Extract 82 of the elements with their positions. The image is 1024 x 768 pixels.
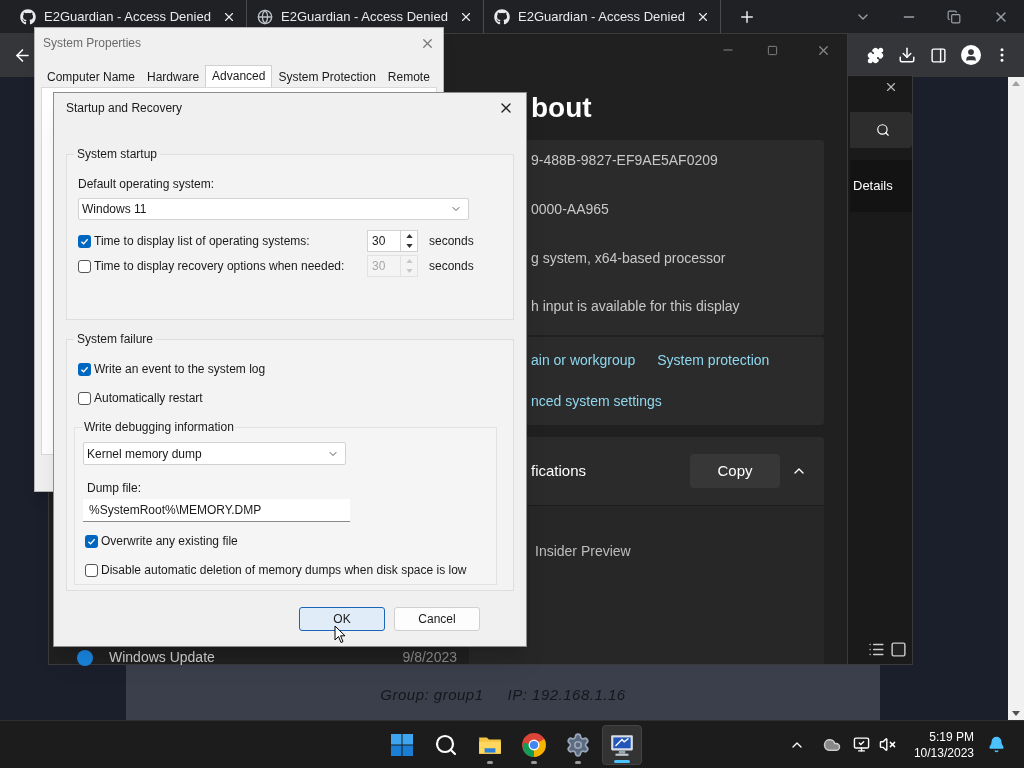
mouse-cursor-icon xyxy=(334,625,346,644)
checkmark-icon xyxy=(80,236,89,246)
edition-value: Insider Preview xyxy=(535,543,631,559)
settings-link[interactable]: System protection xyxy=(657,350,770,370)
profile-avatar[interactable] xyxy=(961,45,981,65)
github-cat-icon xyxy=(20,8,36,25)
running-indicator xyxy=(614,759,630,763)
spec-value: 9-488B-9827-EF9AE5AF0209 xyxy=(531,152,718,168)
checkmark-icon xyxy=(80,364,89,374)
update-icon xyxy=(77,649,93,666)
search-icon xyxy=(434,732,458,757)
dump-type-select[interactable]: Kernel memory dump xyxy=(83,442,346,465)
muted-speaker-icon[interactable] xyxy=(878,736,896,753)
scroll-down-icon[interactable] xyxy=(1012,711,1020,717)
dialog-tab[interactable]: System Protection xyxy=(272,67,382,87)
dialog-tab[interactable]: Advanced xyxy=(205,65,273,87)
unit-label: seconds xyxy=(429,233,474,250)
globe-icon xyxy=(257,8,273,25)
gear-icon xyxy=(565,731,591,758)
checkmark-icon xyxy=(87,536,96,546)
dialog-button[interactable]: Cancel xyxy=(394,607,480,631)
group-legend: System startup xyxy=(74,145,161,163)
update-label: Windows Update xyxy=(109,648,216,667)
dialog-tab[interactable]: Computer Name xyxy=(41,67,142,87)
chrome-icon xyxy=(521,731,547,758)
spin-up-icon xyxy=(405,234,413,238)
dump-file-field[interactable]: %SystemRoot%\MEMORY.DMP xyxy=(83,499,350,522)
spec-value: 0000-AA965 xyxy=(531,200,609,217)
clock[interactable]: 5:19 PM 10/13/2023 xyxy=(913,728,974,761)
checkbox[interactable] xyxy=(78,234,91,248)
checkbox[interactable] xyxy=(85,534,98,548)
checkbox[interactable] xyxy=(78,362,91,376)
puzzle-piece-icon[interactable] xyxy=(867,46,884,64)
running-indicator xyxy=(531,760,537,764)
unit-label: seconds xyxy=(429,258,474,275)
list-view-icon[interactable] xyxy=(868,641,885,658)
checkbox-label: Disable automatic deletion of memory dumps when disk space is low xyxy=(101,562,467,579)
dialog-tab[interactable]: Hardware xyxy=(141,67,206,87)
running-indicator xyxy=(575,760,581,764)
section-title: fications xyxy=(531,460,588,481)
restore-icon[interactable] xyxy=(947,9,961,24)
update-date: 9/8/2023 xyxy=(402,648,457,667)
settings-link[interactable]: nced system settings xyxy=(531,391,662,411)
window-title: System Properties xyxy=(43,35,143,52)
search-field[interactable] xyxy=(850,112,912,148)
checkbox[interactable] xyxy=(85,563,98,577)
details-tab[interactable]: Details xyxy=(850,160,912,212)
taskbar-app[interactable] xyxy=(602,724,642,765)
notification-bell-icon[interactable] xyxy=(988,736,1005,753)
os-select[interactable]: Windows 11 xyxy=(78,198,469,220)
page-heading: bout xyxy=(531,92,592,124)
checkbox-label: Overwrite any existing file xyxy=(101,533,238,550)
field-label: Dump file: xyxy=(86,480,143,497)
side-panel-icon[interactable] xyxy=(930,46,947,64)
spin-down-icon xyxy=(405,244,413,248)
running-indicator xyxy=(487,760,493,764)
seconds-spin-box[interactable]: 30 xyxy=(367,230,418,252)
dialog-tab[interactable]: Remote xyxy=(381,67,436,87)
dialog-title: Startup and Recovery xyxy=(66,99,184,117)
dialog-button[interactable]: OK xyxy=(299,607,385,631)
maximize-icon[interactable] xyxy=(767,44,778,56)
group-legend: Write debugging information xyxy=(83,418,235,436)
spin-up-icon xyxy=(405,259,413,263)
network-icon[interactable] xyxy=(852,736,870,753)
checkbox-label: Automatically restart xyxy=(94,390,203,407)
tile-view-icon[interactable] xyxy=(890,641,907,658)
github-cat-icon xyxy=(494,8,510,25)
settings-link[interactable]: ain or workgroup xyxy=(531,350,636,370)
download-icon[interactable] xyxy=(898,46,916,64)
checkbox[interactable] xyxy=(78,391,91,405)
checkbox-label: Time to display recovery options when needed: xyxy=(94,258,345,275)
field-label: Default operating system: xyxy=(78,176,216,193)
checkbox-label: Time to display list of operating systems: xyxy=(94,233,310,250)
spec-value: g system, x64-based processor xyxy=(531,249,726,266)
close-icon[interactable] xyxy=(884,80,898,94)
windows-start-icon xyxy=(390,732,414,757)
spin-down-icon xyxy=(405,269,413,273)
search-icon xyxy=(876,123,890,137)
spec-value: h input is available for this display xyxy=(531,298,740,315)
group-legend: System failure xyxy=(74,330,157,348)
checkbox-label: Write an event to the system log xyxy=(94,361,266,378)
copy-button[interactable]: Copy xyxy=(690,454,780,488)
